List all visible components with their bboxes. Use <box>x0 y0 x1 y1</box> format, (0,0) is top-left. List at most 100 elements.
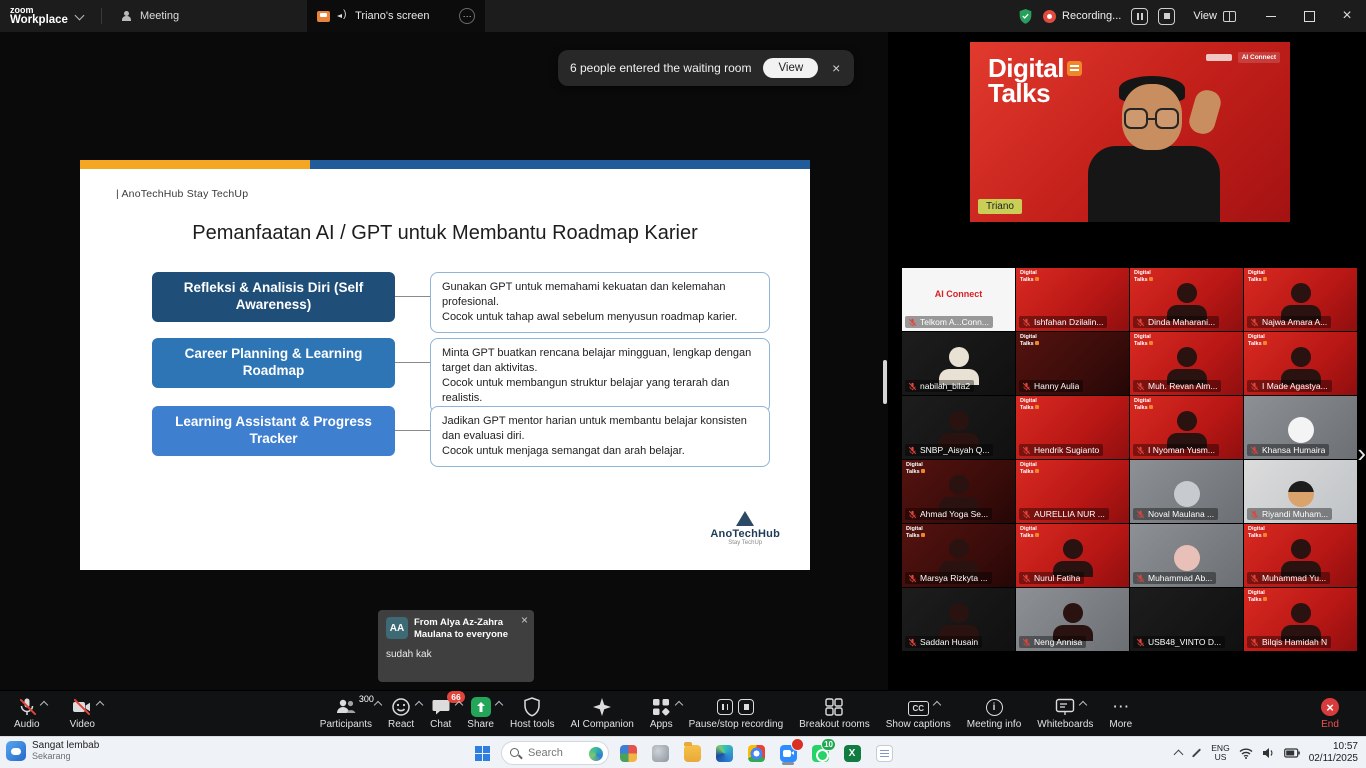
pause-recording-icon[interactable] <box>717 699 734 715</box>
participant-tile[interactable]: Digital Talks Dinda Maharani... <box>1130 268 1243 331</box>
participants-count: 300 <box>358 694 374 704</box>
pause-recording-button[interactable] <box>1131 7 1149 25</box>
participant-name: Khansa Humaira <box>1262 445 1326 455</box>
close-button[interactable] <box>1328 0 1366 32</box>
view-button[interactable]: View <box>1193 10 1236 22</box>
digital-talks-mini-logo: Digital Talks <box>1248 270 1267 283</box>
react-button[interactable]: React <box>388 697 424 730</box>
tab-meeting[interactable]: Meeting <box>112 0 189 32</box>
chrome-browser-icon[interactable] <box>743 740 769 766</box>
start-button[interactable] <box>469 740 495 766</box>
notification-view-button[interactable]: View <box>763 58 819 78</box>
notepad-app-icon[interactable] <box>871 740 897 766</box>
more-button[interactable]: More <box>1109 697 1132 730</box>
chevron-up-icon[interactable] <box>414 700 424 710</box>
apps-button[interactable]: Apps <box>650 697 684 730</box>
search-input[interactable] <box>528 747 590 759</box>
participant-tile[interactable]: Digital Talks Neng Annisa <box>1016 588 1129 651</box>
chat-popup-close-icon[interactable]: × <box>521 613 528 627</box>
participant-tile[interactable]: Digital Talks I Made Agastya... <box>1244 332 1357 395</box>
stop-recording-button[interactable] <box>1158 7 1176 25</box>
taskbar-search[interactable] <box>501 741 609 765</box>
meeting-info-button[interactable]: Meeting info <box>967 697 1021 730</box>
chevron-down-icon[interactable] <box>74 10 85 20</box>
show-captions-button[interactable]: Show captions <box>886 697 951 730</box>
participant-tile[interactable]: Digital Talks Ishfahan Dzilalin... <box>1016 268 1129 331</box>
participant-tile[interactable]: Digital Talks Hanny Aulia <box>1016 332 1129 395</box>
meeting-toolbar: Audio Video 300 Participants React 66 Ch… <box>0 690 1366 736</box>
participant-tile[interactable]: Digital Talks Nurul Fatiha <box>1016 524 1129 587</box>
whiteboards-button[interactable]: Whiteboards <box>1037 697 1093 730</box>
participant-tile[interactable]: Digital Talks Saddan Husain <box>902 588 1015 651</box>
pause-stop-recording-button[interactable]: Pause/stop recording <box>689 697 783 730</box>
participant-tile[interactable]: Digital Talks AURELLIA NUR ... <box>1016 460 1129 523</box>
chevron-up-icon[interactable] <box>494 700 503 710</box>
whatsapp-badge: 10 <box>821 738 836 751</box>
minimize-button[interactable] <box>1252 0 1290 32</box>
chat-button[interactable]: 66 Chat <box>430 691 465 730</box>
zoom-app-icon[interactable] <box>775 738 804 766</box>
participant-tile[interactable]: Digital Talks Muhammad Ab... <box>1130 524 1243 587</box>
participant-tile[interactable]: Digital Talks Khansa Humaira <box>1244 396 1357 459</box>
mic-muted-icon <box>1136 318 1145 326</box>
participant-tile[interactable]: Digital Talks Najwa Amara A... <box>1244 268 1357 331</box>
ai-companion-button[interactable]: AI Companion <box>570 697 634 730</box>
photos-app-icon[interactable] <box>615 740 641 766</box>
participant-tile[interactable]: Digital Talks AI Connect Telkom A...Conn… <box>902 268 1015 331</box>
notification-close-icon[interactable]: × <box>830 60 842 76</box>
window-controls <box>1252 0 1366 32</box>
maximize-button[interactable] <box>1290 0 1328 32</box>
stop-recording-icon[interactable] <box>738 699 755 715</box>
edge-browser-icon[interactable] <box>711 740 737 766</box>
chevron-up-icon[interactable] <box>96 700 105 710</box>
excel-app-icon[interactable] <box>839 740 865 766</box>
meeting-tab-label: Meeting <box>139 10 180 22</box>
volume-icon[interactable] <box>1262 747 1275 759</box>
chat-message-text: sudah kak <box>386 648 432 660</box>
audio-button[interactable]: Audio <box>14 697 49 730</box>
security-shield-icon[interactable] <box>1018 8 1033 25</box>
hidden-icons-chevron[interactable] <box>1173 749 1184 760</box>
battery-icon[interactable] <box>1283 748 1300 758</box>
share-button[interactable]: Share <box>467 697 503 730</box>
weather-widget[interactable]: Sangat lembab Sekarang <box>6 740 99 762</box>
participant-tile[interactable]: Digital Talks USB48_VINTO D... <box>1130 588 1243 651</box>
file-explorer-icon[interactable] <box>679 740 705 766</box>
tab-options-icon[interactable] <box>459 8 476 24</box>
participant-tile[interactable]: Digital Talks Riyandi Muham... <box>1244 460 1357 523</box>
participant-tile[interactable]: Digital Talks Hendrik Sugianto <box>1016 396 1129 459</box>
whatsapp-app-icon[interactable]: 10 <box>807 738 836 766</box>
participant-tile[interactable]: Digital Talks Ahmad Yoga Se... <box>902 460 1015 523</box>
clock[interactable]: 10:57 02/11/2025 <box>1309 741 1362 766</box>
video-button[interactable]: Video <box>70 697 105 730</box>
host-tools-button[interactable]: Host tools <box>510 697 554 730</box>
breakout-rooms-button[interactable]: Breakout rooms <box>799 697 870 730</box>
participant-tile[interactable]: Digital Talks Bilqis Hamidah N <box>1244 588 1357 651</box>
speaker-video-tile[interactable]: Digital Talks AI Connect Triano <box>970 42 1290 222</box>
participant-tile[interactable]: Digital Talks Muhammad Yu... <box>1244 524 1357 587</box>
tab-trianos-screen[interactable]: Triano's screen <box>307 0 486 32</box>
participant-tile[interactable]: Digital Talks Muh. Revan Alm... <box>1130 332 1243 395</box>
stage-scrollbar[interactable] <box>883 360 887 404</box>
participant-tile[interactable]: Digital Talks SNBP_Aisyah Q... <box>902 396 1015 459</box>
date-text: 02/11/2025 <box>1308 753 1358 764</box>
chevron-up-icon[interactable] <box>674 700 684 710</box>
participant-tile[interactable]: Digital Talks I Nyoman Yusm... <box>1130 396 1243 459</box>
language-indicator[interactable]: ENG US <box>1211 743 1229 763</box>
wifi-icon[interactable] <box>1239 747 1253 759</box>
chat-preview-popup[interactable]: × AA From Alya Az-Zahra Maulana to every… <box>378 610 534 682</box>
chevron-up-icon[interactable] <box>932 700 941 710</box>
chevron-up-icon[interactable] <box>1079 700 1088 710</box>
end-meeting-button[interactable]: End <box>1321 697 1339 730</box>
participant-tile[interactable]: Digital Talks Marsya Rizkyta ... <box>902 524 1015 587</box>
participants-button[interactable]: 300 Participants <box>320 694 383 730</box>
participant-tile[interactable]: Digital Talks Noval Maulana ... <box>1130 460 1243 523</box>
mic-muted-icon <box>1136 638 1145 646</box>
next-page-arrow-icon[interactable] <box>1357 440 1366 466</box>
recording-indicator[interactable]: Recording... <box>1043 9 1121 23</box>
pen-icon[interactable] <box>1192 748 1202 758</box>
chevron-up-icon[interactable] <box>373 700 383 710</box>
settings-app-icon[interactable] <box>647 740 673 766</box>
chevron-up-icon[interactable] <box>39 700 49 710</box>
participant-tile[interactable]: Digital Talks nabilah_bila2 <box>902 332 1015 395</box>
